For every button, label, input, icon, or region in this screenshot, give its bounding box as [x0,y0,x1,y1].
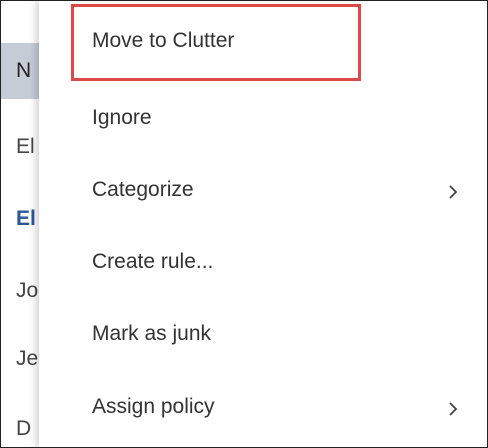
chevron-right-icon [449,402,458,416]
message-row-text: D [16,417,32,440]
menu-item-ignore[interactable]: Ignore [39,92,487,152]
message-row-text: El [16,135,35,158]
menu-item-mark-as-junk[interactable]: Mark as junk [39,308,487,368]
message-row-text: Jo [16,279,39,302]
menu-item-categorize[interactable]: Categorize [39,164,487,224]
menu-item-assign-policy[interactable]: Assign policy [39,381,487,441]
menu-item-label: Assign policy [92,395,215,418]
screenshot-frame: N El El Jo Je D Move to Clutter Ignore C… [0,0,488,448]
menu-item-label: Ignore [92,106,152,129]
menu-item-label: Categorize [92,178,194,201]
menu-item-label: Move to Clutter [92,29,235,52]
message-row-text: N [16,59,32,82]
menu-item-move-to-clutter[interactable]: Move to Clutter [39,15,487,75]
context-menu: Move to Clutter Ignore Categorize Create… [39,1,487,447]
menu-item-create-rule[interactable]: Create rule... [39,236,487,296]
message-row-text: Je [16,347,39,370]
chevron-right-icon [449,185,458,199]
menu-item-label: Mark as junk [92,322,212,345]
message-row-text: El [16,207,36,230]
menu-item-label: Create rule... [92,250,214,273]
